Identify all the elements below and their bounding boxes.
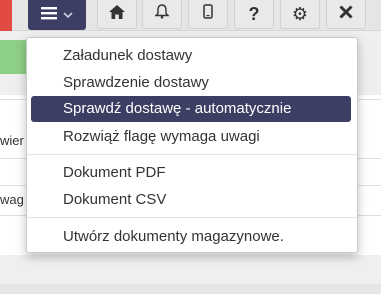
menu-item-utworz-dokumenty-magazynowe[interactable]: Utwórz dokumenty magazynowe. — [31, 224, 351, 250]
background-row-text: wier — [0, 133, 24, 148]
menu-item-sprawdz-dostawe-automatycznie[interactable]: Sprawdź dostawę - automatycznie — [31, 96, 351, 122]
red-action-button-edge[interactable] — [0, 0, 12, 31]
close-button[interactable] — [326, 0, 366, 29]
menu-item-sprawdzenie-dostawy[interactable]: Sprawdzenie dostawy — [31, 70, 351, 96]
chevron-down-icon — [63, 6, 73, 24]
help-icon: ? — [248, 3, 260, 24]
close-icon — [339, 4, 353, 24]
top-toolbar: ? ⚙ — [0, 0, 381, 31]
footer-strip — [0, 284, 381, 294]
green-action-button-edge[interactable] — [0, 40, 26, 74]
actions-dropdown-menu: Załadunek dostawy Sprawdzenie dostawy Sp… — [26, 37, 358, 253]
menu-toggle-button[interactable] — [28, 0, 86, 30]
hamburger-icon — [41, 6, 57, 25]
menu-item-dokument-pdf[interactable]: Dokument PDF — [31, 160, 351, 186]
home-icon — [109, 4, 125, 24]
settings-button[interactable]: ⚙ — [280, 0, 320, 29]
notifications-button[interactable] — [142, 0, 182, 29]
menu-item-dokument-csv[interactable]: Dokument CSV — [31, 187, 351, 213]
help-button[interactable]: ? — [234, 0, 274, 29]
bell-icon — [154, 4, 170, 24]
phone-icon — [203, 4, 213, 24]
menu-item-rozwiaz-flage[interactable]: Rozwiąż flagę wymaga uwagi — [31, 124, 351, 150]
menu-item-zaladunek-dostawy[interactable]: Załadunek dostawy — [31, 43, 351, 69]
mobile-button[interactable] — [188, 0, 228, 29]
menu-divider — [27, 154, 357, 155]
home-button[interactable] — [97, 0, 137, 29]
background-row-text: wag — [0, 192, 24, 207]
gear-icon: ⚙ — [291, 3, 309, 24]
menu-divider — [27, 217, 357, 218]
